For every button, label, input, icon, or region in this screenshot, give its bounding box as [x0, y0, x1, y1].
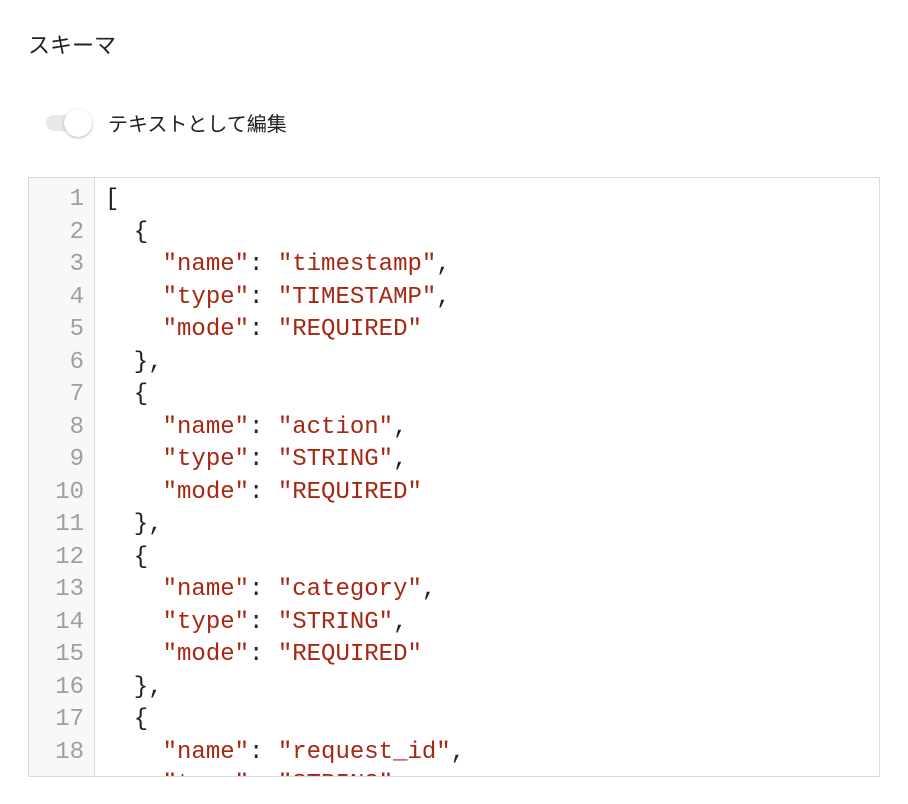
line-number-gutter: 123456789101112131415161718 [29, 178, 95, 776]
schema-panel: スキーマ テキストとして編集 1234567891011121314151617… [0, 0, 908, 777]
edit-as-text-label: テキストとして編集 [108, 108, 287, 137]
edit-as-text-toggle-row: テキストとして編集 [40, 108, 880, 137]
code-line: { [105, 379, 869, 412]
line-number: 16 [29, 672, 94, 705]
code-line: "type": "STRING", [105, 769, 869, 776]
code-line: { [105, 217, 869, 250]
code-line: [ [105, 184, 869, 217]
code-line: }, [105, 509, 869, 542]
line-number: 2 [29, 217, 94, 250]
line-number: 10 [29, 477, 94, 510]
code-line: "mode": "REQUIRED" [105, 477, 869, 510]
code-line: { [105, 542, 869, 575]
line-number: 9 [29, 444, 94, 477]
line-number: 11 [29, 509, 94, 542]
line-number: 15 [29, 639, 94, 672]
code-line: "name": "category", [105, 574, 869, 607]
line-number: 4 [29, 282, 94, 315]
code-line: }, [105, 347, 869, 380]
code-line: "type": "STRING", [105, 607, 869, 640]
code-line: "name": "request_id", [105, 737, 869, 770]
code-line: "mode": "REQUIRED" [105, 639, 869, 672]
code-line: "type": "STRING", [105, 444, 869, 477]
toggle-thumb [64, 109, 92, 137]
line-number: 7 [29, 379, 94, 412]
code-text-area[interactable]: [ { "name": "timestamp", "type": "TIMEST… [95, 178, 879, 776]
line-number: 3 [29, 249, 94, 282]
line-number: 13 [29, 574, 94, 607]
line-number: 12 [29, 542, 94, 575]
edit-as-text-toggle[interactable] [40, 113, 96, 133]
line-number: 8 [29, 412, 94, 445]
code-line: "mode": "REQUIRED" [105, 314, 869, 347]
line-number: 18 [29, 737, 94, 770]
code-line: }, [105, 672, 869, 705]
line-number: 6 [29, 347, 94, 380]
line-number: 14 [29, 607, 94, 640]
code-line: { [105, 704, 869, 737]
code-line: "name": "action", [105, 412, 869, 445]
code-line: "type": "TIMESTAMP", [105, 282, 869, 315]
page-title: スキーマ [28, 28, 880, 60]
line-number: 17 [29, 704, 94, 737]
line-number: 5 [29, 314, 94, 347]
line-number: 1 [29, 184, 94, 217]
code-line: "name": "timestamp", [105, 249, 869, 282]
schema-editor: 123456789101112131415161718 [ { "name": … [28, 177, 880, 777]
